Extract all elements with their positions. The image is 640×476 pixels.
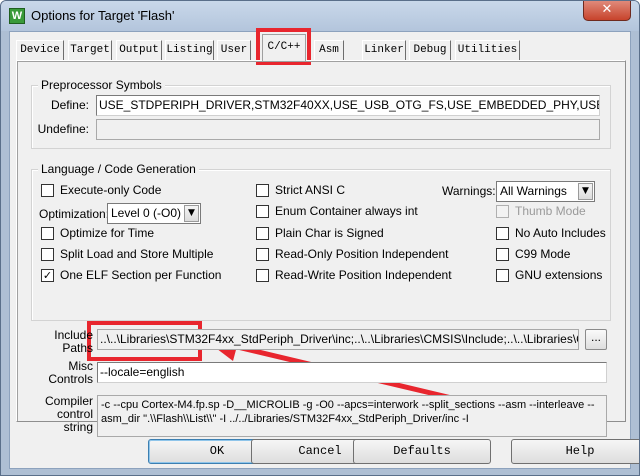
include-label-line2: Paths <box>62 341 93 355</box>
strict-ansi-label: Strict ANSI C <box>275 183 346 197</box>
ro-position-checkbox[interactable] <box>256 248 269 261</box>
define-input[interactable]: USE_STDPERIPH_DRIVER,STM32F40XX,USE_USB_… <box>96 95 600 116</box>
rw-position-checkbox[interactable] <box>256 269 269 282</box>
optimization-value: Level 0 (-O0) <box>111 206 182 220</box>
checkmark-icon: ✓ <box>42 269 53 282</box>
one-elf-checkbox[interactable]: ✓ <box>41 269 54 282</box>
warnings-value: All Warnings <box>500 184 567 198</box>
misc-controls-label: Misc Controls <box>25 360 93 386</box>
chevron-down-icon[interactable]: ▼ <box>578 183 593 200</box>
include-paths-label: Include Paths <box>25 329 93 355</box>
undefine-input[interactable] <box>96 119 600 140</box>
language-group: Language / Code Generation Execute-only … <box>31 162 611 321</box>
thumb-mode-label: Thumb Mode <box>515 204 586 218</box>
compiler-label-line2: control <box>56 407 93 421</box>
gnu-extensions-checkbox[interactable] <box>496 269 509 282</box>
no-auto-includes-checkbox[interactable] <box>496 227 509 240</box>
compiler-control-string[interactable]: -c --cpu Cortex-M4.fp.sp -D__MICROLIB -g… <box>97 395 607 437</box>
split-load-label: Split Load and Store Multiple <box>60 247 214 261</box>
no-auto-includes-label: No Auto Includes <box>515 226 606 240</box>
plain-char-label: Plain Char is Signed <box>275 226 384 240</box>
options-dialog: W Options for Target 'Flash' ✕ Device Ta… <box>0 0 640 476</box>
language-group-title: Language / Code Generation <box>38 162 199 176</box>
compiler-label-line1: Compiler <box>44 394 93 408</box>
c99-mode-label: C99 Mode <box>515 247 571 261</box>
include-paths-browse-button[interactable]: ... <box>585 329 607 350</box>
enum-container-checkbox[interactable] <box>256 205 269 218</box>
preprocessor-group: Preprocessor Symbols Define: USE_STDPERI… <box>31 78 611 149</box>
misc-label-line1: Misc <box>68 359 93 373</box>
optimize-time-checkbox[interactable] <box>41 227 54 240</box>
dialog-client-area: Device Target Output Listing User C/C++ … <box>9 31 639 469</box>
chevron-down-icon[interactable]: ▼ <box>184 205 199 222</box>
ro-position-label: Read-Only Position Independent <box>275 247 449 261</box>
misc-label-line2: Controls <box>48 372 93 386</box>
preprocessor-group-title: Preprocessor Symbols <box>38 78 165 92</box>
c-cpp-tab-panel: Preprocessor Symbols Define: USE_STDPERI… <box>16 60 626 437</box>
tab-c-cpp[interactable]: C/C++ <box>262 34 306 61</box>
optimization-select[interactable]: Level 0 (-O0) ▼ <box>107 203 201 224</box>
enum-container-label: Enum Container always int <box>275 204 418 218</box>
warnings-label: Warnings: <box>442 184 496 198</box>
one-elf-label: One ELF Section per Function <box>60 268 222 282</box>
warnings-select[interactable]: All Warnings ▼ <box>496 181 595 202</box>
execute-only-label: Execute-only Code <box>60 183 162 197</box>
include-label-line1: Include <box>54 328 93 342</box>
execute-only-checkbox[interactable] <box>41 184 54 197</box>
define-label: Define: <box>50 98 89 112</box>
misc-controls-input[interactable]: --locale=english <box>97 362 607 383</box>
gnu-extensions-label: GNU extensions <box>515 268 603 282</box>
split-load-checkbox[interactable] <box>41 248 54 261</box>
strict-ansi-checkbox[interactable] <box>256 184 269 197</box>
c99-mode-checkbox[interactable] <box>496 248 509 261</box>
rw-position-label: Read-Write Position Independent <box>275 268 452 282</box>
optimization-label: Optimization: <box>39 207 110 221</box>
compiler-label-line3: string <box>63 420 93 434</box>
include-paths-input[interactable]: ..\..\Libraries\STM32F4xx_StdPeriph_Driv… <box>97 329 579 350</box>
compiler-control-label: Compiler control string <box>25 395 93 434</box>
plain-char-checkbox[interactable] <box>256 227 269 240</box>
optimize-time-label: Optimize for Time <box>60 226 155 240</box>
undefine-label: Undefine: <box>37 122 89 136</box>
thumb-mode-checkbox[interactable] <box>496 205 509 218</box>
